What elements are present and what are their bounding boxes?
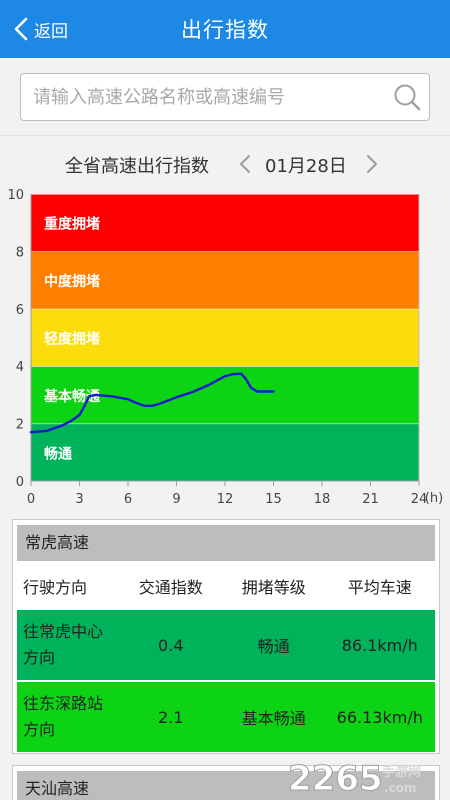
search-icon[interactable] xyxy=(393,83,421,111)
band-label: 中度拥堵 xyxy=(44,273,100,290)
site-watermark-logo: 2265 手游网 .com xyxy=(288,759,422,799)
x-tick-label: 21 xyxy=(362,492,379,507)
x-tick-label: 3 xyxy=(75,492,83,507)
column-speed: 平均车速 xyxy=(347,578,412,597)
chart-header: 全省高速出行指数 01月28日 xyxy=(0,150,450,180)
y-tick-label: 4 xyxy=(16,360,24,375)
y-tick-label: 0 xyxy=(16,475,24,490)
level-cell: 畅通 xyxy=(257,637,290,656)
column-level: 拥堵等级 xyxy=(241,578,306,597)
y-tick-label: 10 xyxy=(7,188,24,203)
y-tick-label: 8 xyxy=(16,245,24,260)
band-label: 重度拥堵 xyxy=(44,216,100,233)
x-tick-label: 15 xyxy=(265,492,282,507)
band-label: 轻度拥堵 xyxy=(44,331,100,348)
search-input[interactable] xyxy=(33,74,383,120)
table-row[interactable]: 往常虎中心方向 0.4 畅通 86.1km/h xyxy=(17,610,435,680)
highway-name: 常虎高速 xyxy=(17,525,435,561)
index-cell: 0.4 xyxy=(158,635,184,655)
chart-title: 全省高速出行指数 xyxy=(65,156,209,177)
date-label: 01月28日 xyxy=(265,156,347,177)
top-bar: 返回 出行指数 xyxy=(0,0,450,58)
travel-index-chart: 畅通基本畅通轻度拥堵中度拥堵重度拥堵02468100 3 6 9 12 15 18 21 24(… xyxy=(7,188,443,507)
x-tick-label: 0 xyxy=(27,492,35,507)
highway-card[interactable]: 常虎高速 行驶方向 交通指数 拥堵等级 平均车速 往常虎中心方向 0.4 畅通 … xyxy=(12,519,440,754)
index-cell: 2.1 xyxy=(158,707,184,727)
y-tick-label: 2 xyxy=(16,418,24,433)
column-direction: 行驶方向 xyxy=(23,578,88,597)
x-tick-label: 9 xyxy=(172,492,180,507)
direction-cell: 往东深路站方向 xyxy=(23,694,104,739)
x-tick-label: 12 xyxy=(217,492,234,507)
previous-date-icon[interactable] xyxy=(237,152,253,176)
band-label: 畅通 xyxy=(44,445,72,462)
x-tick-label: 6 xyxy=(124,492,132,507)
x-unit-label: (h) xyxy=(425,491,443,506)
watermark-number: 2265 xyxy=(288,759,383,798)
direction-cell: 往常虎中心方向 xyxy=(23,622,104,667)
y-tick-label: 6 xyxy=(16,303,24,318)
band-0-2 xyxy=(31,423,419,481)
column-index: 交通指数 xyxy=(138,578,203,597)
watermark-tag: 手游网 xyxy=(382,764,421,780)
table-row[interactable]: 往东深路站方向 2.1 基本畅通 66.13km/h xyxy=(17,682,435,752)
search-box xyxy=(20,73,430,121)
watermark-domain: .com xyxy=(384,781,416,795)
page-title: 出行指数 xyxy=(181,18,269,42)
speed-cell: 66.13km/h xyxy=(336,707,423,727)
table-header: 行驶方向 交通指数 拥堵等级 平均车速 xyxy=(17,564,435,608)
speed-cell: 86.1km/h xyxy=(341,635,418,655)
next-date-icon[interactable] xyxy=(364,152,380,176)
level-cell: 基本畅通 xyxy=(241,709,306,728)
x-tick-label: 18 xyxy=(314,492,331,507)
search-section xyxy=(0,58,450,136)
